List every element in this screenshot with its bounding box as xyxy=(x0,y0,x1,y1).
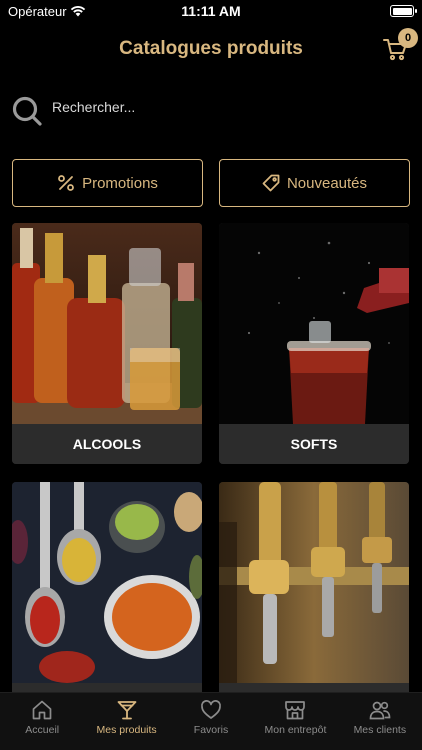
category-card-beer[interactable] xyxy=(219,482,409,723)
search-bar[interactable] xyxy=(10,90,412,130)
search-input[interactable] xyxy=(52,95,392,119)
tab-label: Mes clients xyxy=(353,724,407,736)
tab-mes-clients[interactable]: Mes clients xyxy=(338,693,422,750)
promotions-button[interactable]: Promotions xyxy=(12,159,203,207)
nouveautes-label: Nouveautés xyxy=(286,174,368,192)
tab-mes-produits[interactable]: Mes produits xyxy=(84,693,168,750)
battery-icon xyxy=(390,5,417,17)
cart-count-badge: 0 xyxy=(398,28,418,48)
tab-bar: Accueil Mes produits Favoris Mon entrepô… xyxy=(0,692,422,750)
soft-drink-image xyxy=(219,223,409,424)
tab-label: Favoris xyxy=(193,724,229,736)
spices-image xyxy=(12,482,202,692)
alcohol-bottles-image xyxy=(12,223,202,424)
status-bar: Opérateur 11:11 AM xyxy=(0,0,422,24)
tab-favoris[interactable]: Favoris xyxy=(169,693,253,750)
search-icon xyxy=(12,96,42,126)
storefront-icon xyxy=(285,701,306,720)
tab-label: Mes produits xyxy=(96,724,157,736)
heart-icon xyxy=(201,700,221,719)
category-card-spices[interactable] xyxy=(12,482,202,723)
home-icon xyxy=(32,700,52,720)
tab-accueil[interactable]: Accueil xyxy=(0,693,84,750)
category-card-softs[interactable]: SOFTS xyxy=(219,223,409,464)
tag-icon xyxy=(262,174,280,192)
category-card-alcools[interactable]: ALCOOLS xyxy=(12,223,202,464)
category-label: SOFTS xyxy=(219,424,409,464)
status-time: 11:11 AM xyxy=(181,3,241,19)
page-title: Catalogues produits xyxy=(119,38,303,59)
percent-icon xyxy=(58,175,74,191)
tab-label: Accueil xyxy=(25,724,60,736)
cocktail-glass-icon xyxy=(117,701,137,720)
tab-mon-entrepot[interactable]: Mon entrepôt xyxy=(253,693,337,750)
category-label: ALCOOLS xyxy=(12,424,202,464)
beer-taps-image xyxy=(219,482,409,692)
people-icon xyxy=(369,701,391,720)
nouveautes-button[interactable]: Nouveautés xyxy=(219,159,410,207)
promotions-label: Promotions xyxy=(82,174,158,192)
tab-label: Mon entrepôt xyxy=(264,724,327,736)
